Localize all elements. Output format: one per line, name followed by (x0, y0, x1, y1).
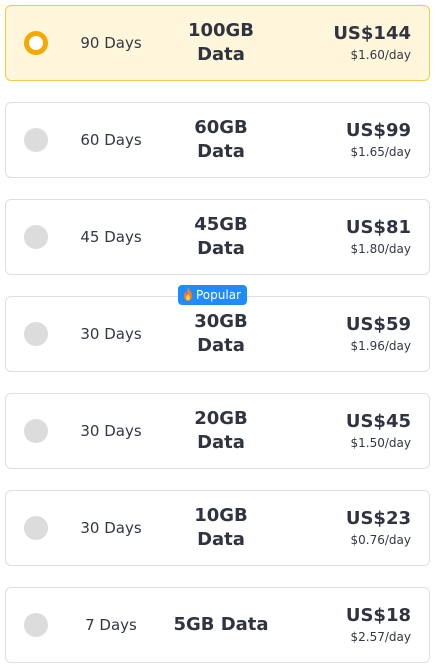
plan-data-label: Data (197, 141, 245, 162)
plan-price: US$45 $1.50/day (346, 409, 411, 451)
plan-option-7-days[interactable]: 7 Days 5GB Data US$18 $2.57/day (5, 587, 430, 663)
radio-button-selected[interactable] (24, 31, 48, 55)
plan-price: US$23 $0.76/day (346, 506, 411, 548)
plan-option-30-days-30gb[interactable]: 30 Days 30GB Data US$59 $1.96/day (5, 296, 430, 372)
plan-data-size: 60GB (194, 117, 248, 138)
plan-duration: 90 Days (80, 34, 142, 52)
plan-price-total: US$99 (345, 120, 411, 141)
popular-badge: Popular (178, 285, 247, 305)
plan-duration: 60 Days (80, 131, 142, 149)
plan-list: 90 Days 100GB Data US$144 $1.60/day 60 D… (0, 0, 435, 670)
plan-option-30-days-20gb[interactable]: 30 Days 20GB Data US$45 $1.50/day (5, 393, 430, 469)
radio-button[interactable] (24, 516, 48, 540)
plan-price-per-day: $1.60/day (350, 48, 411, 62)
plan-duration: 30 Days (80, 325, 142, 343)
radio-button[interactable] (24, 322, 48, 346)
plan-data-label: Data (197, 44, 245, 65)
plan-data-size: 100GB (187, 20, 255, 41)
plan-data-label: Data (197, 529, 245, 550)
plan-data-amount: 20GB Data (156, 407, 286, 455)
plan-duration: 30 Days (80, 519, 142, 537)
radio-button[interactable] (24, 419, 48, 443)
flame-icon (184, 287, 192, 301)
plan-duration: 30 Days (80, 422, 142, 440)
plan-price-per-day: $2.57/day (350, 630, 411, 644)
plan-data-label: Data (197, 238, 245, 259)
plan-option-30-days-10gb[interactable]: 30 Days 10GB Data US$23 $0.76/day (5, 490, 430, 566)
plan-data-size: 10GB (194, 505, 248, 526)
radio-button[interactable] (24, 613, 48, 637)
plan-price-total: US$23 (345, 508, 411, 529)
plan-price-per-day: $0.76/day (350, 533, 411, 547)
radio-button[interactable] (24, 128, 48, 152)
plan-price-per-day: $1.50/day (350, 436, 411, 450)
plan-data-size: 45GB (194, 214, 248, 235)
plan-price: US$81 $1.80/day (346, 215, 411, 257)
plan-data-label: Data (197, 335, 245, 356)
plan-price: US$18 $2.57/day (346, 603, 411, 645)
plan-price: US$59 $1.96/day (346, 312, 411, 354)
plan-price-per-day: $1.65/day (350, 145, 411, 159)
plan-duration: 45 Days (80, 228, 142, 246)
plan-price-total: US$144 (333, 23, 411, 44)
plan-data-amount: 30GB Data (156, 310, 286, 358)
plan-data-label: Data (197, 432, 245, 453)
plan-price-per-day: $1.96/day (350, 339, 411, 353)
plan-data-amount: 100GB Data (156, 19, 286, 67)
plan-price-total: US$18 (345, 605, 411, 626)
popular-badge-label: Popular (196, 288, 241, 302)
plan-data-amount: 45GB Data (156, 213, 286, 261)
plan-option-60-days[interactable]: 60 Days 60GB Data US$99 $1.65/day (5, 102, 430, 178)
plan-duration: 7 Days (85, 616, 137, 634)
plan-data-amount: 60GB Data (156, 116, 286, 164)
plan-price-total: US$59 (345, 314, 411, 335)
plan-price-per-day: $1.80/day (350, 242, 411, 256)
plan-option-45-days[interactable]: 45 Days 45GB Data US$81 $1.80/day (5, 199, 430, 275)
plan-price-total: US$45 (345, 411, 411, 432)
plan-price: US$99 $1.65/day (346, 118, 411, 160)
plan-data-amount: 10GB Data (156, 504, 286, 552)
plan-data-amount: 5GB Data (173, 614, 269, 635)
plan-price: US$144 $1.60/day (333, 21, 411, 63)
plan-data-size: 20GB (194, 408, 248, 429)
plan-data-size: 30GB (194, 311, 248, 332)
plan-option-90-days[interactable]: 90 Days 100GB Data US$144 $1.60/day (5, 5, 430, 81)
plan-price-total: US$81 (345, 217, 411, 238)
radio-button[interactable] (24, 225, 48, 249)
